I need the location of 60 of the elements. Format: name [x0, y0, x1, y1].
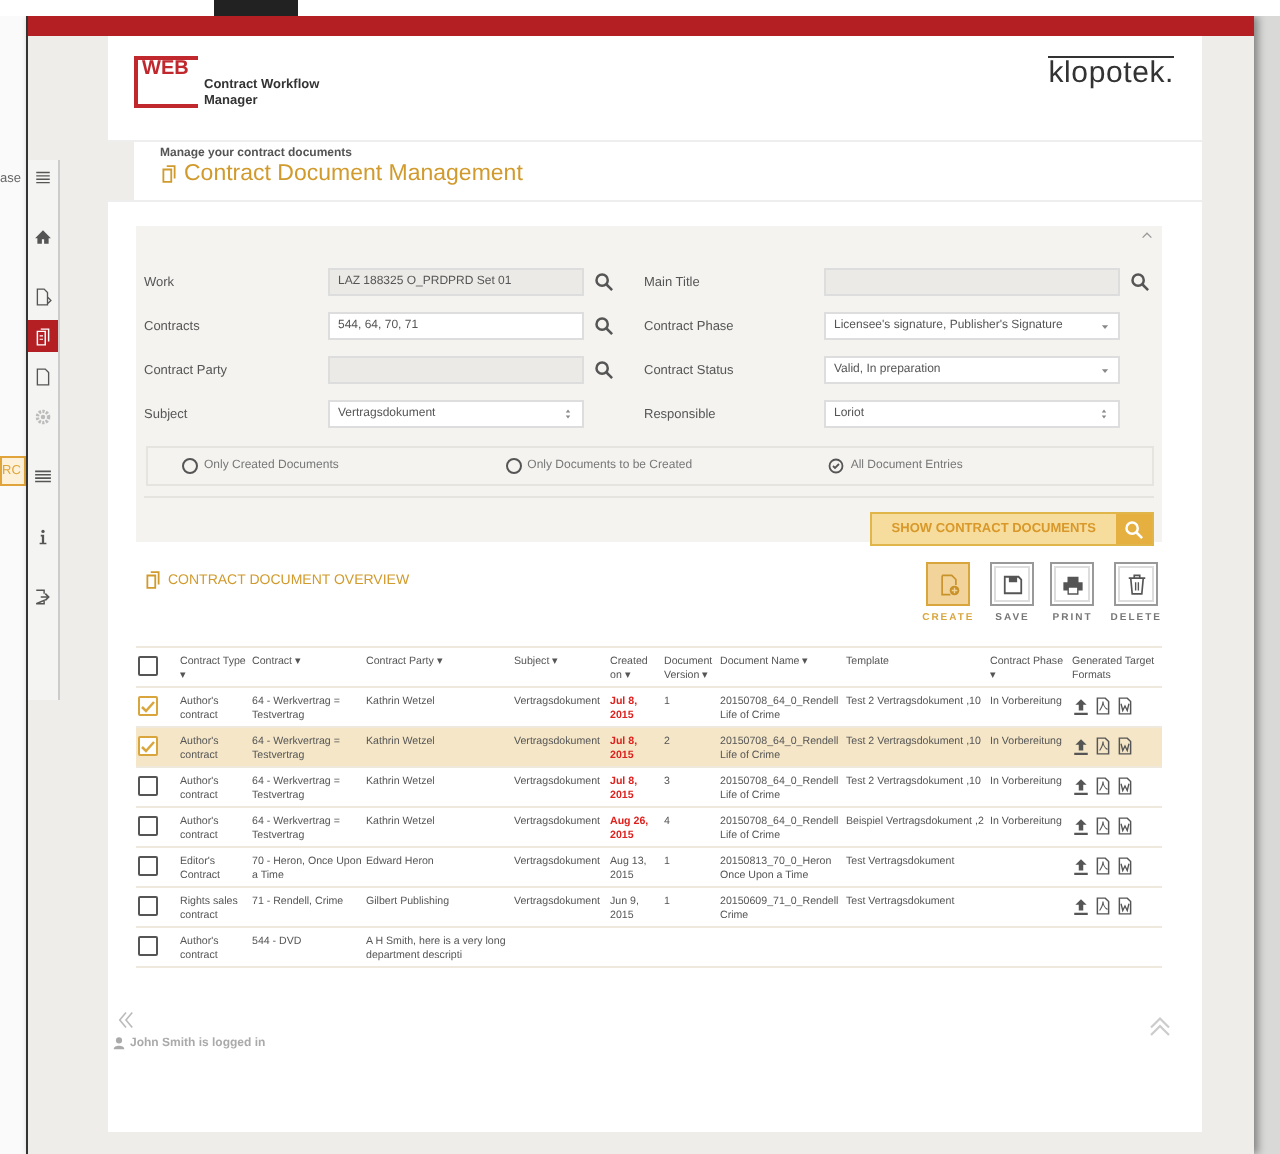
- check-icon: [140, 737, 156, 755]
- list-icon: [34, 467, 52, 485]
- pdf-file-icon: [1094, 896, 1112, 916]
- checkbox[interactable]: [138, 656, 158, 676]
- home-icon: [34, 227, 52, 245]
- word-file-icon: [1116, 776, 1134, 796]
- window-edge: [214, 0, 298, 16]
- info-icon: [34, 527, 52, 545]
- exit-icon: [34, 587, 52, 605]
- upload-icon: [1072, 737, 1090, 755]
- pdf-file-icon: [1094, 696, 1112, 716]
- pdf-file-icon: [1094, 856, 1112, 876]
- search-icon: [1124, 519, 1144, 539]
- caret-icon: [1100, 321, 1110, 331]
- document-icon: [34, 367, 52, 385]
- logo-mark: WEB: [134, 56, 198, 108]
- search-icon: [594, 316, 614, 336]
- checkbox[interactable]: [138, 776, 158, 796]
- document-plus-icon: [937, 573, 960, 595]
- upload-icon: [1072, 777, 1090, 795]
- document-arrow-icon: [34, 287, 52, 305]
- upload-icon: [1072, 697, 1090, 715]
- word-file-icon: [1116, 696, 1134, 716]
- search-icon: [594, 272, 614, 292]
- gear-icon: [34, 407, 52, 425]
- menu-icon: [34, 167, 52, 185]
- user-icon: [112, 1036, 126, 1050]
- word-file-icon: [1116, 736, 1134, 756]
- checkbox[interactable]: [138, 696, 158, 716]
- pdf-file-icon: [1094, 816, 1112, 836]
- documents-icon: [144, 570, 162, 590]
- checkbox[interactable]: [138, 936, 158, 956]
- page-title: Contract Document Management: [184, 162, 523, 186]
- word-file-icon: [1116, 896, 1134, 916]
- caret-icon: [1100, 365, 1110, 375]
- printer-icon: [1061, 573, 1084, 595]
- pdf-file-icon: [1094, 776, 1112, 796]
- collapse-icon: [1140, 228, 1154, 242]
- checkbox[interactable]: [138, 736, 158, 756]
- checkbox[interactable]: [138, 816, 158, 836]
- search-icon: [1130, 272, 1150, 292]
- search-icon: [594, 360, 614, 380]
- checkbox[interactable]: [138, 856, 158, 876]
- checkbox[interactable]: [138, 896, 158, 916]
- upload-icon: [1072, 897, 1090, 915]
- word-file-icon: [1116, 816, 1134, 836]
- check-icon: [140, 697, 156, 715]
- sidebar-item[interactable]: [28, 320, 58, 352]
- documents-icon: [34, 327, 52, 345]
- word-file-icon: [1116, 856, 1134, 876]
- up-down-icon: [1098, 406, 1110, 422]
- trash-icon: [1125, 573, 1148, 595]
- documents-icon: [160, 164, 178, 184]
- up-down-icon: [562, 406, 574, 422]
- collapse-left-icon: [116, 1010, 136, 1030]
- upload-icon: [1072, 857, 1090, 875]
- upload-icon: [1072, 817, 1090, 835]
- pdf-file-icon: [1094, 736, 1112, 756]
- scroll-top-icon: [1148, 1014, 1172, 1038]
- brand-logo: klopotek.: [1048, 56, 1174, 90]
